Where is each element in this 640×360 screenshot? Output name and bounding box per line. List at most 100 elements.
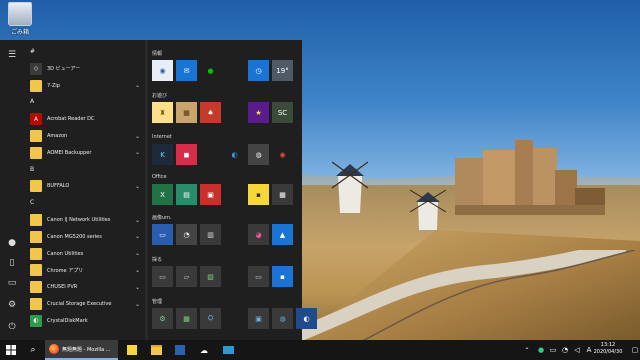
app-list-item[interactable]: Chrome アプリ ⌄	[24, 262, 144, 278]
app-label: Acrobat Reader DC	[47, 116, 95, 123]
document-tile[interactable]: ▤	[176, 184, 197, 205]
user-avatar-icon[interactable]: ●	[4, 236, 20, 250]
chevron-down-icon[interactable]: ⌄	[135, 233, 140, 240]
chevron-down-icon[interactable]: ⌄	[135, 217, 140, 224]
app-list[interactable]: # ◇ 3D ビューアー 7-Zip ⌄ A A Acrobat Reader DC Amazo…	[24, 40, 145, 340]
admin-tile-5[interactable]: ◍	[272, 308, 293, 329]
folder-icon	[30, 130, 42, 142]
section-letter[interactable]: A	[30, 98, 34, 105]
pictures-icon[interactable]: ▭	[4, 276, 20, 290]
screen-sketch-tile[interactable]: ▪	[272, 266, 293, 287]
notification-icon[interactable]: ▢	[630, 340, 640, 360]
admin-tile-2[interactable]: ▦	[176, 308, 197, 329]
capture-tile-3[interactable]: ▨	[200, 266, 221, 287]
chevron-down-icon[interactable]: ⌄	[135, 183, 140, 190]
volume-icon[interactable]: ◁	[572, 340, 582, 360]
k-app-tile[interactable]: K	[152, 144, 173, 165]
sticky-notes-tile[interactable]: ▪	[248, 184, 269, 205]
chevron-down-icon[interactable]: ⌄	[135, 284, 140, 291]
acrobat-icon: A	[30, 113, 42, 126]
tile-group-label[interactable]: 情報	[152, 50, 162, 57]
app-list-item[interactable]: 7-Zip ⌄	[24, 78, 144, 94]
photos-tile[interactable]: ▲	[272, 224, 293, 245]
weather-tile[interactable]: 19°	[272, 60, 293, 81]
game-tile-sc[interactable]: SC	[272, 102, 293, 123]
tile-group-label[interactable]: Office	[152, 174, 167, 180]
mail-tile[interactable]: ✉	[176, 60, 197, 81]
paint-tile[interactable]: ◕	[248, 224, 269, 245]
app-list-item[interactable]: Canon MG5200 series ⌄	[24, 229, 144, 245]
start-button[interactable]	[0, 340, 22, 360]
app-label: Canon IJ Network Utilities	[47, 217, 111, 223]
network-icon[interactable]: ◔	[560, 340, 570, 360]
windmill-1	[331, 161, 369, 213]
taskbar-app-cloud[interactable]: ☁	[196, 340, 212, 360]
image-app-tile-1[interactable]: ▭	[152, 224, 173, 245]
tile-group-label[interactable]: 採る	[152, 256, 162, 263]
penguin-tile[interactable]: ◔	[176, 224, 197, 245]
cortana-tile[interactable]: ◉	[152, 60, 173, 81]
capture-tile-1[interactable]: ▭	[152, 266, 173, 287]
admin-tile-1[interactable]: ⚙	[152, 308, 173, 329]
recycle-bin[interactable]: ごみ箱	[6, 2, 34, 36]
app-label: CrystalDiskMark	[47, 317, 88, 324]
app-list-item[interactable]: BUFFALO ⌄	[24, 178, 144, 194]
document-icon[interactable]: ▯	[4, 256, 20, 270]
chevron-down-icon[interactable]: ⌄	[135, 149, 140, 156]
app-label: 3D ビューアー	[47, 66, 81, 73]
alarm-clock-tile[interactable]: ◷	[248, 60, 269, 81]
power-icon[interactable]: ⏻	[4, 320, 20, 334]
tile-group-label[interactable]: お遊び	[152, 92, 167, 99]
pdf-tile[interactable]: ▣	[200, 184, 221, 205]
app-list-item[interactable]: Amazon ⌄	[24, 128, 144, 144]
taskbar-app-monitor[interactable]	[220, 340, 236, 360]
capture-tile-2[interactable]: ▱	[176, 266, 197, 287]
taskbar-firefox-window[interactable]: 無題無題 - Mozilla ...	[45, 340, 118, 360]
admin-tile-6[interactable]: ◐	[296, 308, 317, 329]
solitaire-tile[interactable]: ♠	[200, 102, 221, 123]
tile-group-label[interactable]: Internet	[152, 134, 172, 140]
chevron-down-icon[interactable]: ⌄	[135, 301, 140, 308]
game-tile-2[interactable]: ▦	[176, 102, 197, 123]
line-tile[interactable]: ●	[200, 60, 221, 81]
tray-app-icon[interactable]: ●	[536, 340, 546, 360]
chevron-down-icon[interactable]: ⌄	[135, 250, 140, 257]
app-list-item[interactable]: A Acrobat Reader DC	[24, 111, 144, 127]
battery-icon[interactable]: ▭	[548, 340, 558, 360]
app-list-item[interactable]: ◇ 3D ビューアー	[24, 61, 144, 77]
app-list-item[interactable]: Crucial Storage Executive ⌄	[24, 296, 144, 312]
menu-icon[interactable]: ☰	[4, 48, 20, 62]
chevron-down-icon[interactable]: ⌄	[135, 267, 140, 274]
capture-tile-4[interactable]: ▭	[248, 266, 269, 287]
settings-icon[interactable]: ⚙	[4, 298, 20, 312]
news-tile[interactable]: ◼	[176, 144, 197, 165]
taskbar-store[interactable]	[172, 340, 188, 360]
image-app-tile-3[interactable]: ▥	[200, 224, 221, 245]
section-letter[interactable]: B	[30, 166, 34, 173]
chrome-tile[interactable]: ◉	[272, 144, 293, 165]
section-letter[interactable]: C	[30, 199, 34, 206]
taskbar-clock[interactable]: 13:12 2020/04/30	[588, 342, 628, 356]
network-tile[interactable]: ◍	[248, 144, 269, 165]
section-letter[interactable]: #	[30, 48, 35, 55]
app-list-item[interactable]: ◐ CrystalDiskMark	[24, 313, 144, 329]
excel-tile[interactable]: X	[152, 184, 173, 205]
tile-group-label[interactable]: 管理	[152, 298, 162, 305]
app-list-item[interactable]: CHUSEI PVR ⌄	[24, 279, 144, 295]
search-icon[interactable]: ⌕	[24, 340, 42, 360]
chevron-down-icon[interactable]: ⌄	[135, 82, 140, 89]
show-hidden-icons-icon[interactable]: ⌃	[522, 340, 532, 360]
edge-tile[interactable]: ◐	[224, 144, 245, 165]
app-list-item[interactable]: AOMEI Backupper ⌄	[24, 145, 144, 161]
tile-group-label[interactable]: 画像um.	[152, 214, 172, 221]
chevron-down-icon[interactable]: ⌄	[135, 133, 140, 140]
pinball-star-tile[interactable]: ★	[248, 102, 269, 123]
app-list-item[interactable]: Canon IJ Network Utilities ⌄	[24, 212, 144, 228]
calculator-tile[interactable]: ▦	[272, 184, 293, 205]
taskbar-explorer[interactable]	[148, 340, 164, 360]
taskbar-app-sticky[interactable]	[124, 340, 140, 360]
app-list-item[interactable]: Canon Utilities ⌄	[24, 246, 144, 262]
game-tile-1[interactable]: ♜	[152, 102, 173, 123]
admin-tile-4[interactable]: ▣	[248, 308, 269, 329]
admin-tile-3[interactable]: ⛭	[200, 308, 221, 329]
